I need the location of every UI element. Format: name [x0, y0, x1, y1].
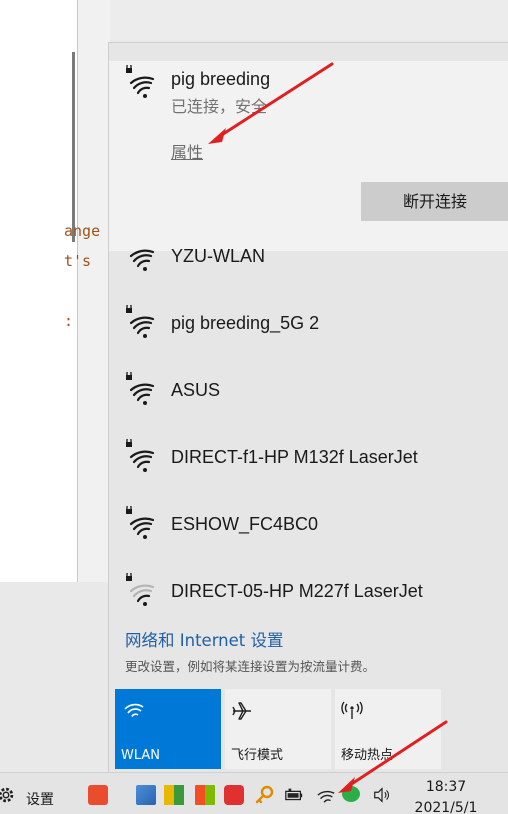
gear-icon[interactable]	[0, 785, 16, 805]
network-name: ESHOW_FC4BC0	[171, 514, 319, 534]
clock-time[interactable]: 18:37	[418, 779, 474, 795]
background-code-line: ange	[64, 222, 101, 240]
settings-taskbar-label[interactable]: 设置	[26, 789, 54, 809]
network-name: YZU-WLAN	[171, 246, 265, 266]
secured-wifi-icon	[126, 506, 155, 539]
background-window-top	[78, 0, 508, 40]
wifi-tray-icon[interactable]	[316, 786, 336, 806]
taskbar: 设置 18:37 2021/5/1	[0, 772, 508, 814]
network-list-item[interactable]: ASUS	[109, 360, 508, 420]
clock-date[interactable]: 2021/5/1	[408, 800, 484, 814]
background-window	[0, 0, 78, 582]
connection-status: 已连接，安全	[171, 97, 268, 116]
network-settings-description: 更改设置，例如将某连接设置为按流量计费。	[125, 659, 376, 674]
secured-wifi-icon	[126, 573, 155, 606]
disconnect-button[interactable]: 断开连接	[361, 182, 508, 221]
key-icon[interactable]	[254, 785, 274, 805]
sogou-ime-icon[interactable]	[88, 785, 108, 805]
secured-wifi-icon	[126, 305, 155, 338]
network-name: ASUS	[171, 380, 221, 400]
wechat-icon[interactable]	[342, 786, 360, 802]
network-list-item[interactable]: ESHOW_FC4BC0	[109, 494, 508, 554]
quick-action-label: 移动热点	[341, 748, 394, 763]
background-editor-strip	[78, 0, 110, 582]
properties-link[interactable]: 属性	[171, 139, 203, 163]
background-code-line: :	[64, 312, 74, 330]
network-list-item[interactable]: pig breeding_5G 2	[109, 293, 508, 353]
battery-icon[interactable]	[284, 785, 304, 805]
network-name: DIRECT-f1-HP M132f LaserJet	[171, 447, 418, 467]
hotspot-icon	[341, 701, 363, 719]
app-icon-red[interactable]	[224, 785, 244, 805]
quick-action-label: 飞行模式	[231, 748, 284, 763]
secured-wifi-icon	[126, 439, 155, 472]
network-name: DIRECT-05-HP M227f LaserJet	[171, 581, 423, 601]
app-icon-colorful[interactable]	[164, 785, 184, 805]
network-flyout: pig breeding 已连接，安全 属性 断开连接 YZU-WLAN pig …	[108, 42, 508, 772]
windows-store-icon[interactable]	[195, 785, 215, 805]
airplane-icon	[232, 702, 251, 720]
wifi-icon	[124, 703, 144, 717]
connected-network-panel[interactable]: pig breeding 已连接，安全 属性 断开连接	[109, 61, 508, 251]
quick-action-hotspot[interactable]: 移动热点	[335, 689, 441, 769]
wifi-icon	[129, 249, 155, 271]
background-scrollbar[interactable]	[72, 52, 75, 242]
network-list-item[interactable]: DIRECT-05-HP M227f LaserJet	[109, 561, 508, 621]
network-list-item[interactable]: YZU-WLAN	[109, 226, 508, 286]
background-code-line: t's	[64, 252, 92, 270]
network-settings-link[interactable]: 网络和 Internet 设置	[125, 627, 284, 651]
network-name: pig breeding_5G 2	[171, 313, 320, 333]
app-icon-blue[interactable]	[136, 785, 156, 805]
volume-icon[interactable]	[372, 785, 392, 805]
connected-network-name: pig breeding	[171, 69, 271, 89]
quick-action-airplane[interactable]: 飞行模式	[225, 689, 331, 769]
network-list-item[interactable]: DIRECT-f1-HP M132f LaserJet	[109, 427, 508, 487]
secured-wifi-icon	[126, 372, 155, 405]
secured-wifi-icon	[126, 65, 155, 98]
quick-action-label: WLAN	[121, 748, 161, 763]
quick-action-wlan[interactable]: WLAN	[115, 689, 221, 769]
